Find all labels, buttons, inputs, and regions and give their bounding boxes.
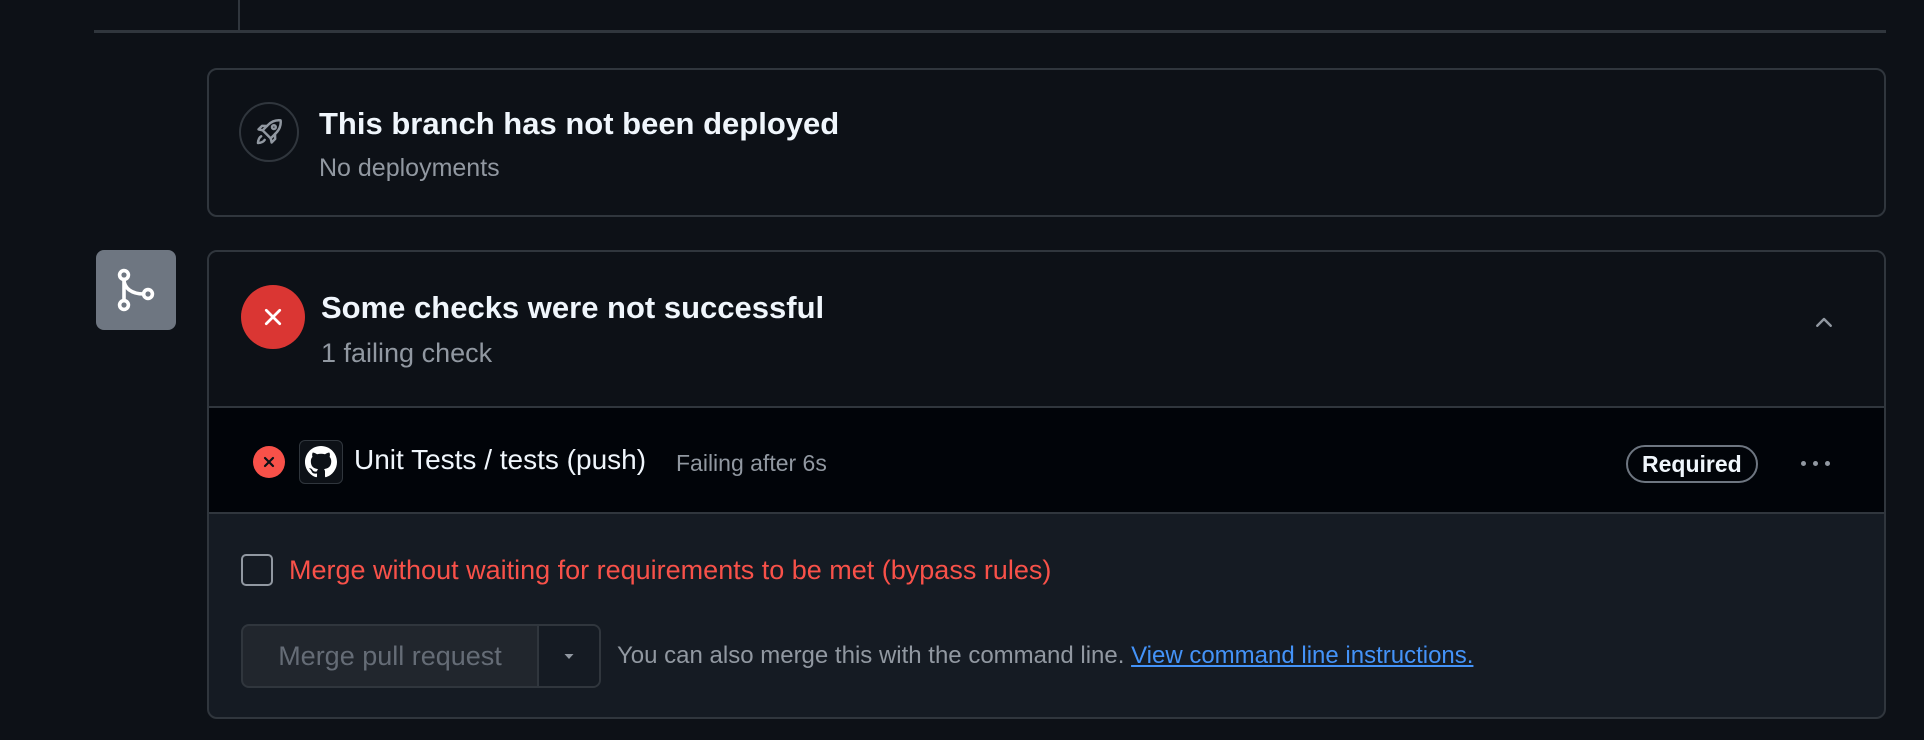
deployment-subtitle: No deployments bbox=[319, 154, 500, 182]
check-run-row: Unit Tests / tests (push) Failing after … bbox=[209, 408, 1884, 514]
triangle-down-icon bbox=[564, 654, 574, 659]
check-run-name[interactable]: Unit Tests / tests (push) bbox=[354, 444, 646, 476]
command-line-hint-text: You can also merge this with the command… bbox=[617, 642, 1125, 669]
check-run-status: Failing after 6s bbox=[676, 450, 827, 476]
view-command-line-instructions-link[interactable]: View command line instructions. bbox=[1131, 642, 1473, 669]
kebab-horizontal-icon[interactable] bbox=[1789, 448, 1841, 478]
merge-options-dropdown-button[interactable] bbox=[539, 626, 599, 686]
x-circle-icon bbox=[253, 446, 285, 478]
timeline-divider-vertical bbox=[238, 0, 240, 31]
merge-checks-box: Some checks were not successful 1 failin… bbox=[207, 250, 1886, 719]
deployment-status-box: This branch has not been deployed No dep… bbox=[207, 68, 1886, 217]
chevron-up-icon bbox=[1816, 317, 1832, 327]
command-line-hint: You can also merge this with the command… bbox=[617, 642, 1473, 670]
merge-pull-request-button[interactable]: Merge pull request bbox=[243, 626, 539, 686]
github-icon bbox=[299, 440, 343, 484]
checks-summary-header: Some checks were not successful 1 failin… bbox=[209, 252, 1884, 408]
pull-request-merge-area: This branch has not been deployed No dep… bbox=[0, 0, 1924, 740]
bypass-rules-label[interactable]: Merge without waiting for requirements t… bbox=[289, 555, 1051, 586]
checks-title: Some checks were not successful bbox=[321, 290, 825, 325]
rocket-icon bbox=[239, 102, 299, 162]
bypass-rules-checkbox[interactable] bbox=[241, 554, 273, 586]
timeline-divider bbox=[94, 30, 1886, 33]
deployment-title: This branch has not been deployed bbox=[319, 106, 840, 141]
checks-subtitle: 1 failing check bbox=[321, 338, 493, 368]
required-badge: Required bbox=[1626, 445, 1758, 483]
x-icon bbox=[241, 285, 305, 349]
merge-button-group: Merge pull request bbox=[241, 624, 601, 688]
git-merge-icon bbox=[96, 250, 176, 330]
collapse-checks-button[interactable] bbox=[1804, 302, 1844, 342]
